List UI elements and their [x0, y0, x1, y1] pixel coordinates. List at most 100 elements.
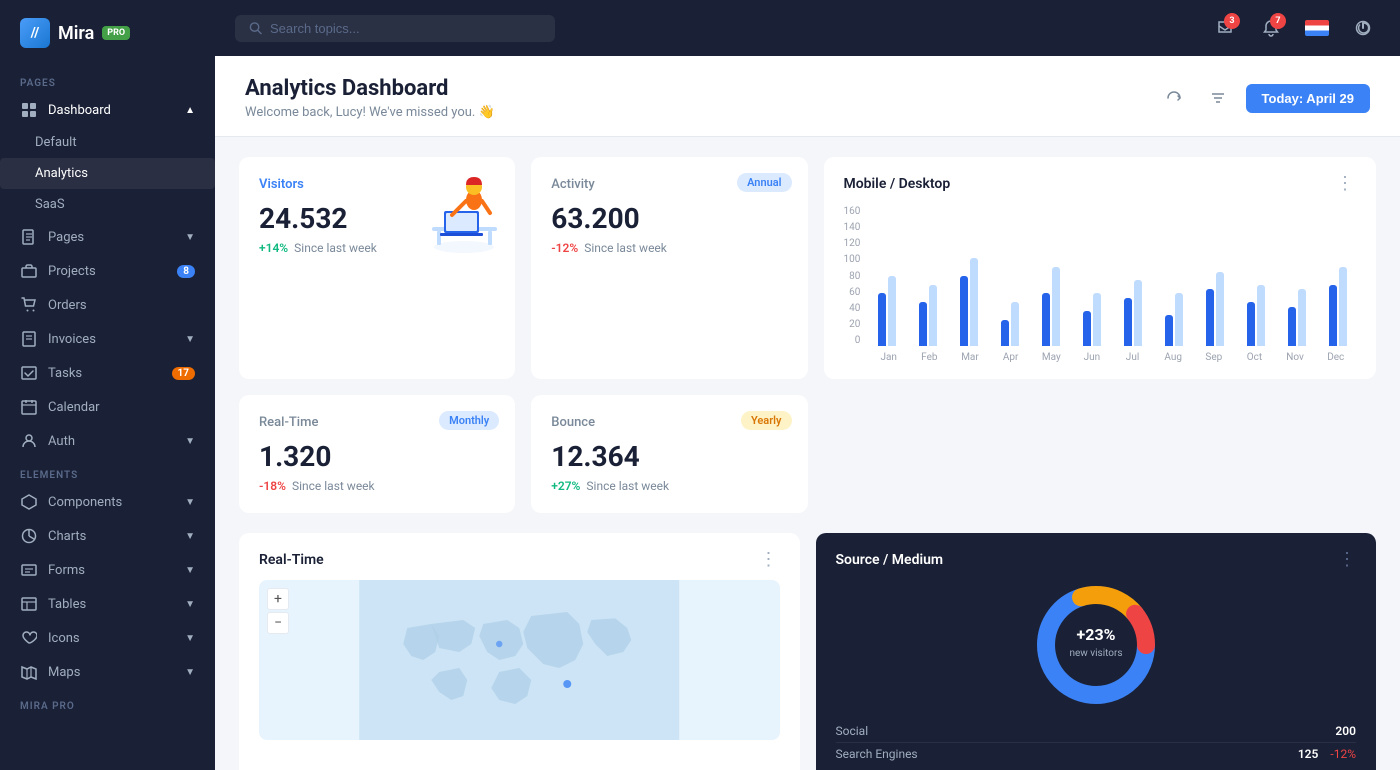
messages-button[interactable]: 3 — [1208, 11, 1242, 45]
sidebar-item-pages[interactable]: Pages ▼ — [0, 220, 215, 254]
chart-more-button[interactable]: ⋮ — [1336, 173, 1356, 194]
activity-change-label: Since last week — [584, 241, 667, 255]
page-subtitle: Welcome back, Lucy! We've missed you. 👋 — [245, 105, 1158, 120]
search-input[interactable] — [270, 21, 541, 36]
tasks-label: Tasks — [48, 366, 82, 381]
messages-badge: 3 — [1224, 13, 1240, 29]
sidebar-item-icons[interactable]: Icons ▼ — [0, 621, 215, 655]
orders-label: Orders — [48, 298, 87, 313]
source-row-social: Social 200 — [836, 720, 1357, 743]
visitors-change-label: Since last week — [294, 241, 377, 255]
sidebar-item-projects[interactable]: Projects 8 — [0, 254, 215, 288]
chevron-down-icon9: ▼ — [185, 667, 195, 678]
sidebar-item-charts[interactable]: Charts ▼ — [0, 519, 215, 553]
source-more-button[interactable]: ⋮ — [1338, 549, 1356, 570]
bar-group-Jan — [868, 276, 905, 346]
chart-icon — [20, 527, 38, 545]
calendar-label: Calendar — [48, 400, 100, 415]
zoom-out-button[interactable]: − — [267, 612, 289, 634]
sidebar-item-maps[interactable]: Maps ▼ — [0, 655, 215, 689]
cart-icon — [20, 296, 38, 314]
bar-light-Jul — [1134, 280, 1142, 346]
realtime-badge: Monthly — [439, 411, 499, 430]
map-title: Real-Time — [259, 552, 324, 568]
page-header: Analytics Dashboard Welcome back, Lucy! … — [215, 56, 1400, 137]
section-label-elements: ELEMENTS — [0, 458, 215, 485]
chevron-down-icon3: ▼ — [185, 436, 195, 447]
world-map-svg — [259, 580, 780, 740]
source-header: Source / Medium ⋮ — [836, 549, 1357, 570]
calendar-icon — [20, 398, 38, 416]
notifications-badge: 7 — [1270, 13, 1286, 29]
mobile-desktop-card: Mobile / Desktop ⋮ 160 140 120 100 80 60… — [824, 157, 1377, 379]
notifications-button[interactable]: 7 — [1254, 11, 1288, 45]
dashboard-subgroup: Default Analytics SaaS — [0, 127, 215, 220]
page-header-right: Today: April 29 — [1158, 82, 1370, 114]
sidebar-item-orders[interactable]: Orders — [0, 288, 215, 322]
bar-group-May — [1032, 267, 1069, 346]
sidebar-item-components[interactable]: Components ▼ — [0, 485, 215, 519]
content-body: Visitors 24.532 +14% Since last week — [215, 137, 1400, 770]
chart-label-Oct: Oct — [1234, 352, 1275, 363]
chart-labels: JanFebMarAprMayJunJulAugSepOctNovDec — [868, 352, 1356, 363]
today-button[interactable]: Today: April 29 — [1246, 84, 1370, 113]
logo-area: // Mira PRO — [0, 0, 215, 66]
bottom-row: Real-Time ⋮ + − — [239, 533, 1376, 770]
search-bar[interactable] — [235, 15, 555, 42]
donut-chart: +23% new visitors — [836, 580, 1357, 710]
section-label-pages: PAGES — [0, 66, 215, 93]
chart-label-Nov: Nov — [1275, 352, 1316, 363]
sidebar-item-forms[interactable]: Forms ▼ — [0, 553, 215, 587]
bounce-change: +27% Since last week — [551, 479, 787, 493]
search-engines-label: Search Engines — [836, 747, 918, 761]
bar-light-Jun — [1093, 293, 1101, 346]
sidebar-item-calendar[interactable]: Calendar — [0, 390, 215, 424]
svg-text:+23%: +23% — [1076, 625, 1115, 644]
bar-light-Nov — [1298, 289, 1306, 346]
auth-icon — [20, 432, 38, 450]
realtime-change: -18% Since last week — [259, 479, 495, 493]
bar-dark-Dec — [1329, 285, 1337, 346]
svg-text:new visitors: new visitors — [1069, 648, 1122, 659]
bar-dark-Oct — [1247, 302, 1255, 346]
sidebar-item-dashboard[interactable]: Dashboard ▲ — [0, 93, 215, 127]
sidebar-item-auth[interactable]: Auth ▼ — [0, 424, 215, 458]
zoom-in-button[interactable]: + — [267, 588, 289, 610]
sidebar-item-analytics[interactable]: Analytics — [0, 158, 215, 189]
map-more-button[interactable]: ⋮ — [760, 549, 780, 570]
power-button[interactable] — [1346, 11, 1380, 45]
sidebar-item-tasks[interactable]: Tasks 17 — [0, 356, 215, 390]
chart-title: Mobile / Desktop — [844, 176, 951, 192]
bar-dark-Feb — [919, 302, 927, 346]
page-title: Analytics Dashboard — [245, 76, 1158, 101]
visitors-illustration — [422, 165, 507, 259]
bar-light-Mar — [970, 258, 978, 346]
main-area: 3 7 Analytics Dashboard Welcome back, Lu… — [215, 0, 1400, 770]
sidebar-item-tables[interactable]: Tables ▼ — [0, 587, 215, 621]
source-medium-card: Source / Medium ⋮ +23% new visitors — [816, 533, 1377, 770]
bar-dark-Sep — [1206, 289, 1214, 346]
chevron-down-icon2: ▼ — [185, 334, 195, 345]
refresh-button[interactable] — [1158, 82, 1190, 114]
bar-dark-Aug — [1165, 315, 1173, 346]
sidebar-item-invoices[interactable]: Invoices ▼ — [0, 322, 215, 356]
bounce-card: Bounce Yearly 12.364 +27% Since last wee… — [531, 395, 807, 513]
table-icon — [20, 595, 38, 613]
bar-light-Feb — [929, 285, 937, 346]
bar-light-Jan — [888, 276, 896, 346]
filter-button[interactable] — [1202, 82, 1234, 114]
activity-value: 63.200 — [551, 202, 787, 235]
grid-icon — [20, 101, 38, 119]
bar-dark-Jun — [1083, 311, 1091, 346]
heart-icon — [20, 629, 38, 647]
sidebar-item-default[interactable]: Default — [0, 127, 215, 158]
projects-badge: 8 — [177, 265, 195, 278]
bar-dark-Mar — [960, 276, 968, 346]
sidebar: // Mira PRO PAGES Dashboard ▲ Default An… — [0, 0, 215, 770]
sidebar-item-saas[interactable]: SaaS — [0, 189, 215, 220]
bar-light-Oct — [1257, 285, 1265, 346]
forms-label: Forms — [48, 563, 85, 578]
tasks-badge: 17 — [172, 367, 195, 380]
language-selector[interactable] — [1300, 11, 1334, 45]
briefcase-icon — [20, 262, 38, 280]
